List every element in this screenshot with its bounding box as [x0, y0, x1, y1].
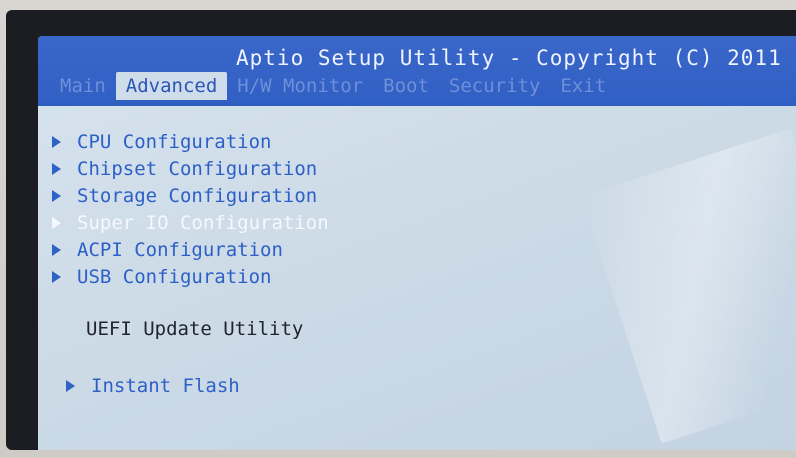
menu-item-label: Storage Configuration	[77, 184, 318, 207]
submenu-arrow-icon	[66, 379, 75, 392]
menu-item-label: Chipset Configuration	[77, 157, 318, 180]
menu-item-usb-configuration[interactable]: USB Configuration	[52, 263, 329, 290]
page-title: Aptio Setup Utility - Copyright (C) 2011…	[236, 46, 796, 70]
bios-screen: Aptio Setup Utility - Copyright (C) 2011…	[38, 36, 796, 450]
menu-item-cpu-configuration[interactable]: CPU Configuration	[52, 128, 329, 155]
header-divider	[38, 102, 796, 106]
menu-item-label: Super IO Configuration	[77, 211, 329, 234]
menu-item-acpi-configuration[interactable]: ACPI Configuration	[52, 236, 329, 263]
menu-item-chipset-configuration[interactable]: Chipset Configuration	[52, 155, 329, 182]
menu-item-label: ACPI Configuration	[77, 238, 283, 261]
screen-glare	[581, 128, 796, 444]
tab-hw-monitor[interactable]: H/W Monitor	[227, 72, 373, 100]
submenu-arrow-icon	[52, 135, 61, 148]
submenu-arrow-icon	[52, 216, 61, 229]
title-bar: Aptio Setup Utility - Copyright (C) 2011…	[38, 36, 796, 102]
tab-boot[interactable]: Boot	[373, 72, 439, 100]
menu-item-label: Instant Flash	[91, 374, 240, 397]
submenu-arrow-icon	[52, 162, 61, 175]
tab-security[interactable]: Security	[439, 72, 551, 100]
submenu-arrow-icon	[52, 243, 61, 256]
menu-item-label: USB Configuration	[77, 265, 272, 288]
menu-item-storage-configuration[interactable]: Storage Configuration	[52, 182, 329, 209]
advanced-menu: CPU Configuration Chipset Configuration …	[52, 128, 329, 290]
tab-advanced[interactable]: Advanced	[115, 72, 228, 100]
tab-main[interactable]: Main	[50, 72, 116, 100]
section-title-uefi-update-utility: UEFI Update Utility	[86, 318, 304, 340]
submenu-arrow-icon	[52, 270, 61, 283]
tab-bar: Main Advanced H/W Monitor Boot Security …	[50, 72, 616, 100]
submenu-arrow-icon	[52, 189, 61, 202]
menu-item-label: CPU Configuration	[77, 130, 272, 153]
tab-exit[interactable]: Exit	[550, 72, 616, 100]
menu-item-super-io-configuration[interactable]: Super IO Configuration	[52, 209, 329, 236]
menu-item-instant-flash[interactable]: Instant Flash	[66, 372, 240, 399]
